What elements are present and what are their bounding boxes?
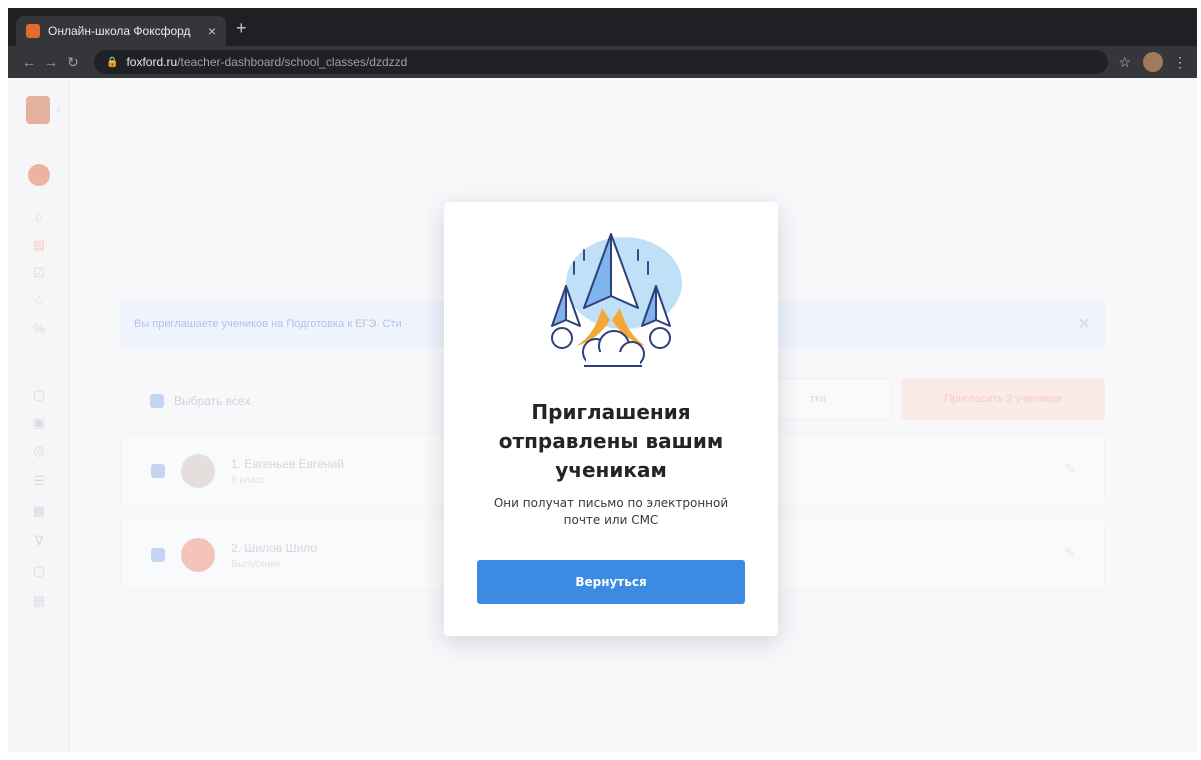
browser-tab-bar: Онлайн-школа Фоксфорд × + (8, 8, 1197, 46)
new-tab-icon[interactable]: + (236, 19, 247, 37)
tab-close-icon[interactable]: × (208, 23, 216, 39)
back-arrow-icon[interactable]: ← (18, 54, 40, 70)
tab-title: Онлайн-школа Фоксфорд (48, 24, 191, 38)
browser-tab[interactable]: Онлайн-школа Фоксфорд × (16, 16, 226, 46)
forward-arrow-icon[interactable]: → (40, 54, 62, 70)
bookmark-star-icon[interactable]: ☆ (1118, 54, 1131, 71)
reload-icon[interactable]: ↻ (62, 54, 84, 71)
paper-planes-illustration-icon (551, 233, 682, 367)
lock-icon: 🔒 (106, 56, 119, 68)
browser-toolbar: ← → ↻ 🔒 foxford.ru /teacher-dashboard/sc… (8, 46, 1197, 78)
url-host: foxford.ru (126, 55, 178, 69)
browser-menu-icon[interactable]: ⋮ (1173, 54, 1187, 71)
modal-title: Приглашения отправлены вашим ученикам (498, 400, 724, 482)
foxford-favicon-icon (26, 24, 40, 38)
url-path: /teacher-dashboard/school_classes/dzdzzd (177, 55, 408, 69)
return-button[interactable]: Вернуться (477, 560, 745, 604)
invitations-sent-modal: Приглашения отправлены вашим ученикам Он… (444, 202, 778, 636)
address-bar[interactable]: 🔒 foxford.ru /teacher-dashboard/school_c… (94, 50, 1109, 74)
modal-description: Они получат письмо по электронной почте … (493, 496, 729, 527)
profile-avatar[interactable] (1143, 52, 1163, 72)
screenshot: Онлайн-школа Фоксфорд × + ← → ↻ 🔒 foxfor… (8, 8, 1197, 752)
